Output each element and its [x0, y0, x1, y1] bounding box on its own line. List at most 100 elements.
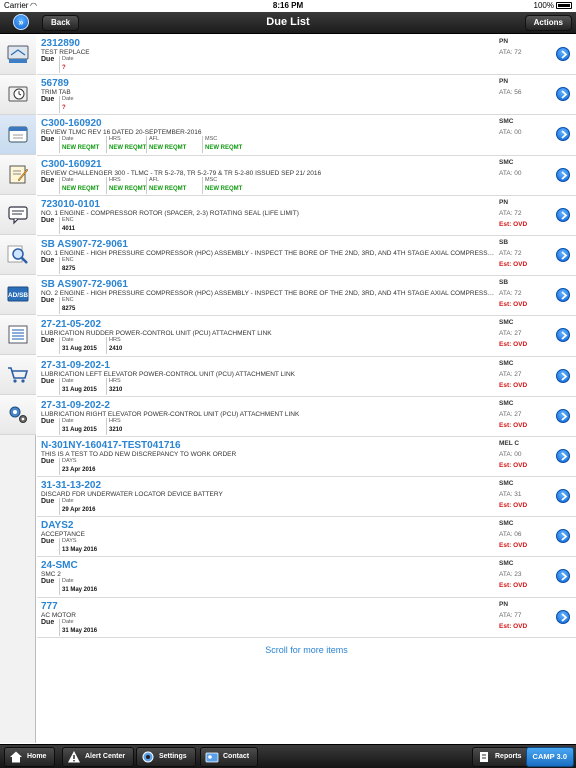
due-list-row[interactable]: SB AS907-72-9061 NO. 2 ENGINE - HIGH PRES… — [37, 276, 576, 317]
due-label: Due — [41, 618, 55, 626]
item-title[interactable]: 777 — [41, 601, 58, 612]
chevron-right-icon[interactable] — [556, 448, 570, 463]
chevron-right-icon[interactable] — [556, 368, 570, 383]
item-title[interactable]: DAYS2 — [41, 520, 73, 531]
chevron-right-icon[interactable] — [556, 127, 570, 142]
sidebar-item-search[interactable] — [0, 235, 36, 275]
ata-code: ATA: 72 — [499, 209, 522, 217]
due-list-row[interactable]: 723010-0101 NO. 1 ENGINE - COMPRESSOR ROT… — [37, 196, 576, 236]
due-column-value: 31 Aug 2015 — [62, 346, 97, 353]
list-icon — [8, 325, 28, 344]
home-button[interactable]: Home — [4, 747, 56, 767]
ata-code: ATA: 27 — [499, 330, 522, 338]
item-title[interactable]: C300-160920 — [41, 118, 102, 129]
due-list-row[interactable]: SB AS907-72-9061 NO. 1 ENGINE - HIGH PRES… — [37, 236, 576, 277]
sidebar-item-parts[interactable] — [0, 355, 36, 395]
contact-button[interactable]: Contact — [200, 747, 259, 767]
due-column-value: 3210 — [109, 386, 123, 393]
item-title[interactable]: SB AS907-72-9061 — [41, 279, 128, 290]
chevron-right-icon[interactable] — [556, 288, 570, 303]
chevron-right-icon[interactable] — [556, 529, 570, 544]
due-list-row[interactable]: C300-160920 REVIEW TLMC REV 16 DATED 20-S… — [37, 115, 576, 156]
camp-version-button[interactable]: CAMP 3.0 — [525, 747, 574, 767]
due-list[interactable]: 2312890 TEST REPLACE Due Date? PN ATA: 72 5678… — [37, 35, 576, 661]
due-column: Date NEW REQMT — [59, 176, 105, 194]
chevron-right-icon[interactable] — [556, 167, 570, 182]
due-column: HRS 3210 — [106, 377, 145, 395]
sidebar-item-due-list[interactable] — [0, 115, 36, 155]
chevron-right-icon[interactable] — [556, 609, 570, 624]
due-column-header: HRS — [109, 136, 121, 143]
chevron-right-icon[interactable] — [556, 328, 570, 343]
item-title[interactable]: SB AS907-72-9061 — [41, 239, 128, 250]
due-column-value: 2410 — [109, 346, 123, 353]
due-list-row[interactable]: 27-31-09-202-1 LUBRICATION LEFT ELEVATOR … — [37, 357, 576, 397]
reports-button[interactable]: Reports — [472, 747, 531, 767]
chevron-right-icon[interactable] — [556, 247, 570, 262]
sidebar-item-aircraft-times[interactable] — [0, 75, 36, 115]
item-title[interactable]: 27-31-09-202-1 — [41, 360, 110, 371]
due-column-value: 13 May 2016 — [62, 547, 98, 554]
due-column-value: 8275 — [62, 265, 76, 272]
due-column-header: MSC — [205, 176, 218, 183]
due-label: Due — [41, 297, 55, 305]
due-column-header: ENC — [62, 216, 74, 223]
item-description: AC MOTOR — [41, 611, 76, 619]
item-title[interactable]: 2312890 — [41, 38, 80, 49]
item-title[interactable]: C300-160921 — [41, 159, 102, 170]
due-list-row[interactable]: 56789 TRIM TAB Due Date? PN ATA: 56 — [37, 75, 576, 116]
due-column-value: 31 May 2016 — [62, 587, 98, 594]
due-column-value: 3210 — [109, 426, 123, 433]
due-column-value: ? — [62, 65, 66, 71]
due-list-row[interactable]: 27-31-09-202-2 LUBRICATION RIGHT ELEVATOR… — [37, 397, 576, 437]
item-description: REVIEW CHALLENGER 300 - TLMC - TR 5-2-78… — [41, 169, 322, 177]
due-list-row[interactable]: 24-SMC SMC 2 Due Date 31 May 2016 SMC ATA: 23 E… — [37, 557, 576, 598]
due-list-row[interactable]: 27-21-05-202 LUBRICATION RUDDER POWER-CON… — [37, 316, 576, 357]
alert-center-label: Alert Center — [85, 753, 126, 760]
actions-button[interactable]: Actions — [524, 15, 572, 31]
due-column-value: NEW REQMT — [205, 185, 243, 192]
alert-icon — [68, 751, 80, 763]
ata-code: ATA: 00 — [499, 450, 522, 458]
sidebar-item-work-orders[interactable] — [0, 155, 36, 195]
due-list-row[interactable]: 31-31-13-202 DISCARD FDR UNDERWATER LOCAT… — [37, 477, 576, 518]
scroll-more-link[interactable]: Scroll for more items — [37, 638, 576, 661]
chevron-right-icon[interactable] — [556, 87, 570, 102]
due-list-row[interactable]: C300-160921 REVIEW CHALLENGER 300 - TLMC … — [37, 156, 576, 196]
item-description: LUBRICATION RIGHT ELEVATOR POWER-CONTROL… — [41, 410, 300, 418]
due-column: ENC 4011 — [59, 216, 105, 234]
due-column-value: 31 May 2016 — [62, 627, 98, 634]
chevron-right-icon[interactable] — [556, 569, 570, 584]
alert-center-button[interactable]: Alert Center — [62, 747, 135, 767]
item-title[interactable]: N-301NY-160417-TEST041716 — [41, 440, 181, 451]
chevron-right-icon[interactable] — [556, 207, 570, 222]
due-column-header: HRS — [109, 176, 121, 183]
settings-button[interactable]: Settings — [136, 747, 196, 767]
item-title[interactable]: 27-21-05-202 — [41, 319, 101, 330]
item-title[interactable]: 27-31-09-202-2 — [41, 400, 110, 411]
chevron-right-icon[interactable] — [556, 489, 570, 504]
item-title[interactable]: 723010-0101 — [41, 199, 100, 210]
due-column-header: ENC — [62, 297, 74, 304]
sidebar-item-overview[interactable] — [0, 35, 36, 75]
due-list-row[interactable]: DAYS2 ACCEPTANCE Due DAYS 13 May 2016 SMC ATA:… — [37, 517, 576, 558]
due-column-header: Date — [62, 96, 74, 103]
due-list-row[interactable]: 777 AC MOTOR Due Date 31 May 2016 PN ATA: 77 Es… — [37, 598, 576, 638]
item-title[interactable]: 31-31-13-202 — [41, 480, 101, 491]
item-title[interactable]: 56789 — [41, 78, 69, 89]
sidebar-item-messages[interactable] — [0, 195, 36, 235]
due-list-row[interactable]: 2312890 TEST REPLACE Due Date? PN ATA: 72 — [37, 35, 576, 76]
home-icon — [10, 751, 22, 763]
sidebar-item-ad-sb[interactable]: AD/SB — [0, 275, 36, 315]
due-column: HRS 3210 — [106, 417, 145, 435]
ad-sb-icon: AD/SB — [7, 286, 29, 302]
due-column-header: MSC — [205, 136, 218, 143]
cart-icon — [8, 367, 29, 383]
sidebar-item-reports-list[interactable] — [0, 315, 36, 355]
item-title[interactable]: 24-SMC — [41, 560, 78, 571]
item-description: LUBRICATION RUDDER POWER-CONTROL UNIT (P… — [41, 330, 272, 338]
sidebar-item-tools[interactable] — [0, 395, 36, 435]
chevron-right-icon[interactable] — [556, 47, 570, 61]
due-list-row[interactable]: N-301NY-160417-TEST041716 THIS IS A TEST … — [37, 437, 576, 478]
chevron-right-icon[interactable] — [556, 408, 570, 423]
